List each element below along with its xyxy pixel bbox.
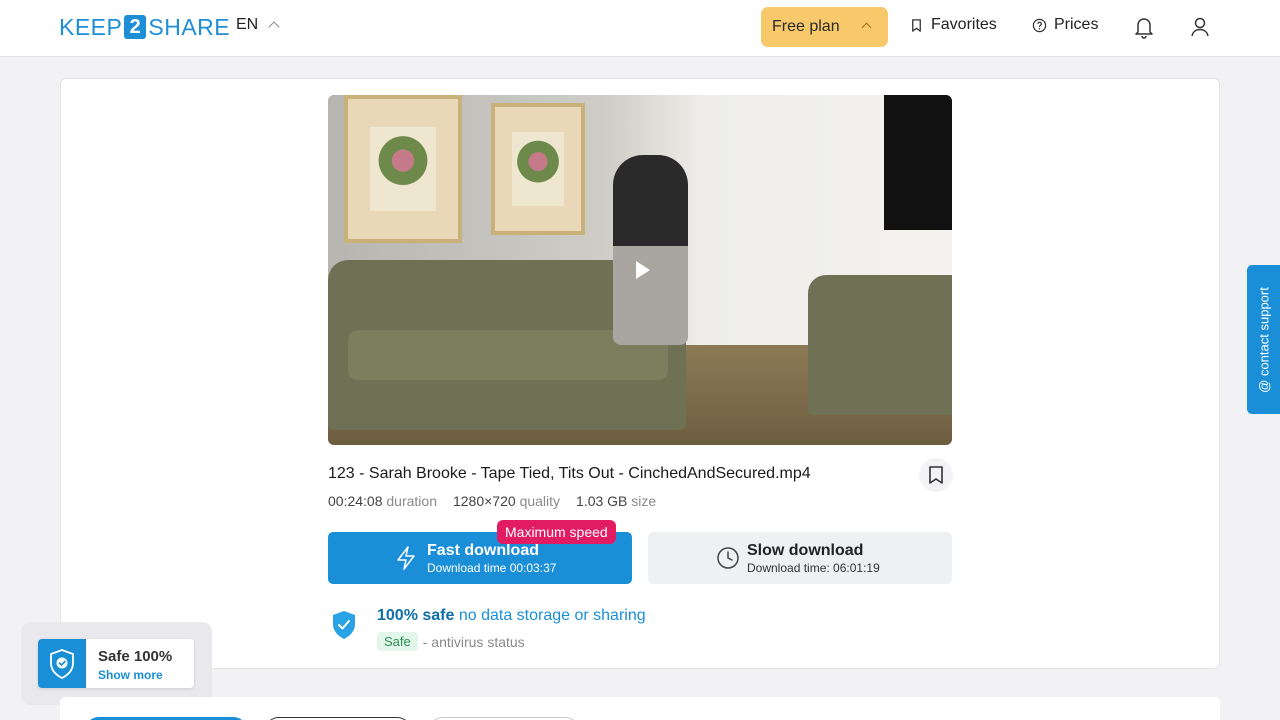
clock-icon [717, 547, 739, 569]
prices-label: Prices [1054, 16, 1099, 33]
picture-frame [344, 95, 462, 243]
logo-text-left: KEEP [59, 13, 123, 40]
contact-support-label: @ contact support [1256, 286, 1271, 393]
slow-download-label: Slow download [747, 542, 864, 559]
maximum-speed-badge: Maximum speed [497, 520, 616, 544]
safe-widget-title: Safe 100% [98, 648, 173, 665]
secondary-card [60, 697, 1220, 720]
size-meta: 1.03 GB size [576, 493, 657, 509]
safe-100-widget: Safe 100% Show more [21, 622, 212, 705]
contact-support-tab[interactable]: @ contact support [1247, 265, 1280, 414]
slow-download-time: Download time: 06:01:19 [747, 561, 880, 575]
bookmark-icon [929, 466, 943, 484]
play-icon[interactable] [636, 261, 650, 279]
top-header: KEEP 2 SHARE EN Free plan Favorites Prices [0, 0, 1280, 57]
bookmark-button[interactable] [919, 458, 953, 492]
slow-download-button[interactable]: Slow download Download time: 06:01:19 [648, 532, 952, 584]
quality-meta: 1280×720 quality [452, 493, 561, 509]
logo-text-right: SHARE [148, 13, 231, 40]
chevron-up-icon [861, 22, 872, 33]
shield-check-icon [38, 639, 86, 688]
help-circle-icon [1032, 18, 1047, 32]
lightning-icon [397, 546, 415, 570]
file-meta: 00:24:08 duration 1280×720 quality 1.03 … [328, 493, 656, 509]
safety-statement: 100% safe no data storage or sharing [377, 607, 646, 624]
safe-100-card[interactable]: Safe 100% Show more [38, 639, 194, 688]
show-more-link[interactable]: Show more [98, 668, 163, 682]
safe-tag: Safe [377, 632, 418, 651]
language-selector[interactable]: EN [236, 16, 280, 34]
duration-meta: 00:24:08 duration [328, 493, 437, 509]
chevron-up-icon [268, 21, 280, 33]
free-plan-button[interactable]: Free plan [761, 7, 888, 47]
bell-icon[interactable] [1133, 15, 1155, 39]
shield-check-icon [333, 611, 355, 639]
prices-link[interactable]: Prices [1032, 16, 1098, 34]
fast-download-label: Fast download [427, 542, 539, 559]
favorites-label: Favorites [931, 16, 997, 33]
video-preview[interactable] [328, 95, 952, 445]
user-icon[interactable] [1189, 15, 1211, 39]
plan-label: Free plan [772, 18, 840, 35]
language-label: EN [236, 16, 259, 33]
logo-badge: 2 [124, 15, 147, 39]
picture-frame [491, 103, 585, 235]
antivirus-status: Safe - antivirus status [377, 632, 525, 651]
fast-download-time: Download time 00:03:37 [427, 561, 557, 575]
file-title: 123 - Sarah Brooke - Tape Tied, Tits Out… [328, 465, 811, 482]
bookmark-icon [912, 18, 921, 32]
keep2share-logo[interactable]: KEEP 2 SHARE [59, 14, 230, 40]
favorites-link[interactable]: Favorites [909, 16, 997, 34]
armchair [808, 275, 952, 415]
